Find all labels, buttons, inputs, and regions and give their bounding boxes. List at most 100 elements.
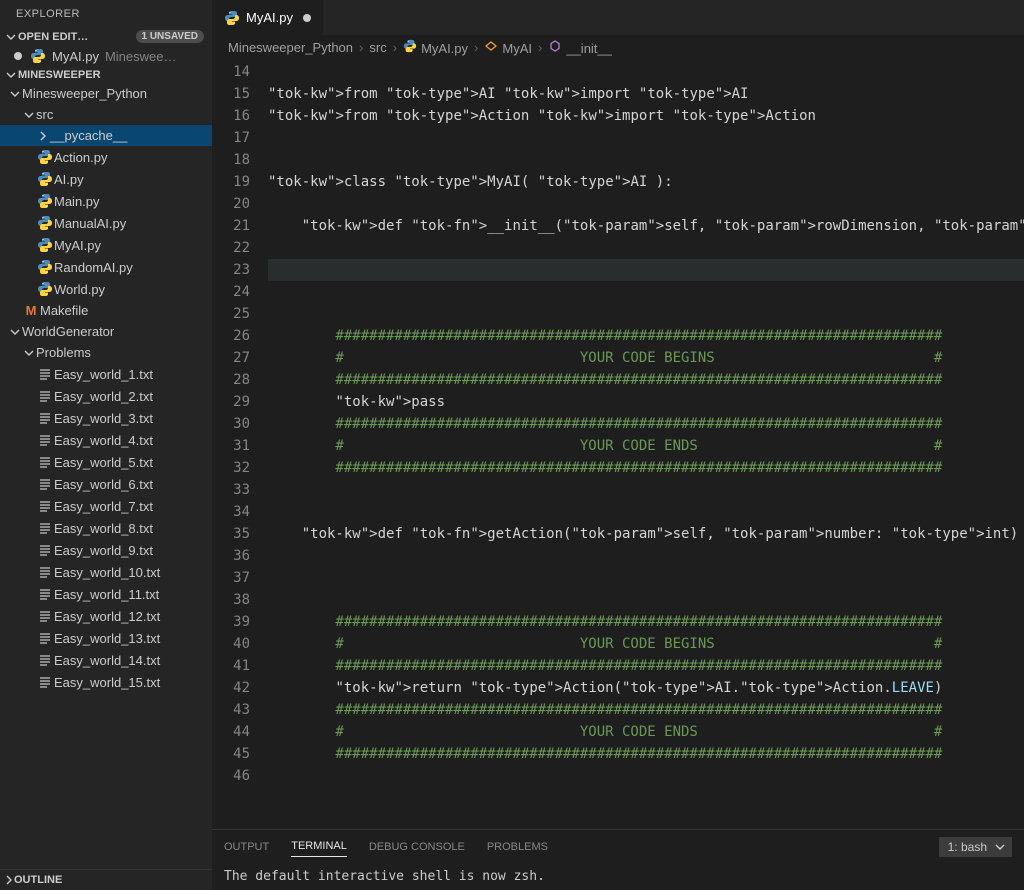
bottom-panel: OUTPUT TERMINAL DEBUG CONSOLE PROBLEMS 1… — [212, 829, 1024, 890]
file-myai-py[interactable]: MyAI.py — [0, 234, 212, 256]
python-icon — [36, 193, 54, 209]
panel-tab-problems[interactable]: PROBLEMS — [487, 837, 548, 857]
text-file-icon — [36, 630, 54, 646]
tree-item-label: Easy_world_13.txt — [54, 631, 160, 646]
file-easy-world-11-txt[interactable]: Easy_world_11.txt — [0, 583, 212, 605]
file-easy-world-8-txt[interactable]: Easy_world_8.txt — [0, 517, 212, 539]
tree-item-label: ManualAI.py — [54, 216, 126, 231]
breadcrumb-item[interactable]: __init__ — [548, 39, 612, 56]
file-easy-world-2-txt[interactable]: Easy_world_2.txt — [0, 385, 212, 407]
text-file-icon — [36, 432, 54, 448]
python-icon — [36, 171, 54, 187]
file-easy-world-5-txt[interactable]: Easy_world_5.txt — [0, 451, 212, 473]
chevron-right-icon — [36, 131, 50, 141]
makefile-icon: M — [22, 303, 40, 318]
tab-myai[interactable]: MyAI.py — [212, 0, 324, 35]
python-icon — [36, 259, 54, 275]
terminal-output[interactable]: The default interactive shell is now zsh… — [212, 863, 1024, 890]
folder---pycache--[interactable]: __pycache__ — [0, 125, 212, 146]
breadcrumb-separator-icon: › — [538, 40, 542, 55]
tree-item-label: Problems — [36, 345, 91, 360]
file-main-py[interactable]: Main.py — [0, 190, 212, 212]
text-file-icon — [36, 410, 54, 426]
tree-item-label: src — [36, 107, 53, 122]
file-easy-world-15-txt[interactable]: Easy_world_15.txt — [0, 671, 212, 693]
workspace-header[interactable]: MINESWEEPER — [0, 67, 212, 83]
python-icon — [36, 281, 54, 297]
tree-item-label: Easy_world_3.txt — [54, 411, 153, 426]
chevron-down-icon — [8, 327, 22, 337]
tree-item-label: RandomAI.py — [54, 260, 133, 275]
outline-label: OUTLINE — [14, 874, 62, 886]
file-tree: Minesweeper_Pythonsrc __pycache__ Action.p… — [0, 83, 212, 869]
folder-worldgenerator[interactable]: WorldGenerator — [0, 321, 212, 342]
tree-item-label: __pycache__ — [50, 128, 127, 143]
open-editor-item[interactable]: MyAI.py Mineswee… — [0, 45, 212, 67]
python-icon — [224, 10, 240, 26]
chevron-down-icon — [4, 32, 18, 42]
file-world-py[interactable]: World.py — [0, 278, 212, 300]
tree-item-label: Easy_world_9.txt — [54, 543, 153, 558]
text-file-icon — [36, 520, 54, 536]
tree-item-label: Easy_world_14.txt — [54, 653, 160, 668]
file-easy-world-4-txt[interactable]: Easy_world_4.txt — [0, 429, 212, 451]
file-easy-world-3-txt[interactable]: Easy_world_3.txt — [0, 407, 212, 429]
text-file-icon — [36, 542, 54, 558]
chevron-down-icon — [22, 348, 36, 358]
text-file-icon — [36, 454, 54, 470]
breadcrumbs[interactable]: Minesweeper_Python›src›MyAI.py›MyAI›__in… — [212, 35, 1024, 61]
breadcrumb-separator-icon: › — [393, 40, 397, 55]
folder-problems[interactable]: Problems — [0, 342, 212, 363]
breadcrumb-item[interactable]: src — [369, 40, 386, 55]
code-content[interactable]: "tok-kw">from "tok-type">AI "tok-kw">imp… — [268, 61, 1024, 829]
breadcrumb-item[interactable]: MyAI — [484, 39, 532, 56]
panel-tab-debug-console[interactable]: DEBUG CONSOLE — [369, 837, 465, 857]
chevron-down-icon — [8, 89, 22, 99]
file-manualai-py[interactable]: ManualAI.py — [0, 212, 212, 234]
file-makefile[interactable]: MMakefile — [0, 300, 212, 321]
terminal-selector[interactable]: 1: bash — [939, 837, 1012, 857]
line-gutter: 1415161718192021222324252627282930313233… — [212, 61, 268, 829]
panel-tab-terminal[interactable]: TERMINAL — [291, 836, 347, 857]
file-easy-world-7-txt[interactable]: Easy_world_7.txt — [0, 495, 212, 517]
class-icon — [484, 39, 498, 53]
file-ai-py[interactable]: AI.py — [0, 168, 212, 190]
tree-item-label: Easy_world_15.txt — [54, 675, 160, 690]
text-file-icon — [36, 476, 54, 492]
breadcrumb-item[interactable]: Minesweeper_Python — [228, 40, 353, 55]
chevron-right-icon — [4, 875, 14, 885]
file-easy-world-9-txt[interactable]: Easy_world_9.txt — [0, 539, 212, 561]
file-randomai-py[interactable]: RandomAI.py — [0, 256, 212, 278]
file-easy-world-6-txt[interactable]: Easy_world_6.txt — [0, 473, 212, 495]
file-easy-world-12-txt[interactable]: Easy_world_12.txt — [0, 605, 212, 627]
text-file-icon — [36, 586, 54, 602]
python-icon — [36, 149, 54, 165]
folder-src[interactable]: src — [0, 104, 212, 125]
method-icon — [548, 39, 562, 53]
tree-item-label: Easy_world_8.txt — [54, 521, 153, 536]
tree-item-label: Easy_world_11.txt — [54, 587, 159, 602]
text-file-icon — [36, 608, 54, 624]
file-easy-world-14-txt[interactable]: Easy_world_14.txt — [0, 649, 212, 671]
tree-item-label: Minesweeper_Python — [22, 86, 147, 101]
breadcrumb-item[interactable]: MyAI.py — [403, 39, 468, 56]
chevron-down-icon — [22, 110, 36, 120]
code-editor[interactable]: 1415161718192021222324252627282930313233… — [212, 61, 1024, 829]
open-editors-header[interactable]: OPEN EDIT… 1 UNSAVED — [0, 28, 212, 45]
explorer-sidebar: EXPLORER OPEN EDIT… 1 UNSAVED MyAI.py Mi… — [0, 0, 212, 890]
outline-header[interactable]: OUTLINE — [0, 869, 212, 890]
folder-minesweeper-python[interactable]: Minesweeper_Python — [0, 83, 212, 104]
tree-item-label: Easy_world_7.txt — [54, 499, 153, 514]
file-easy-world-13-txt[interactable]: Easy_world_13.txt — [0, 627, 212, 649]
open-editor-path: Mineswee… — [105, 49, 206, 64]
explorer-title: EXPLORER — [0, 0, 212, 28]
panel-tab-output[interactable]: OUTPUT — [224, 837, 269, 857]
text-file-icon — [36, 366, 54, 382]
file-action-py[interactable]: Action.py — [0, 146, 212, 168]
open-editor-filename: MyAI.py — [52, 49, 99, 64]
file-easy-world-1-txt[interactable]: Easy_world_1.txt — [0, 363, 212, 385]
tree-item-label: Easy_world_6.txt — [54, 477, 153, 492]
tree-item-label: Action.py — [54, 150, 107, 165]
file-easy-world-10-txt[interactable]: Easy_world_10.txt — [0, 561, 212, 583]
workspace-label: MINESWEEPER — [18, 69, 101, 81]
